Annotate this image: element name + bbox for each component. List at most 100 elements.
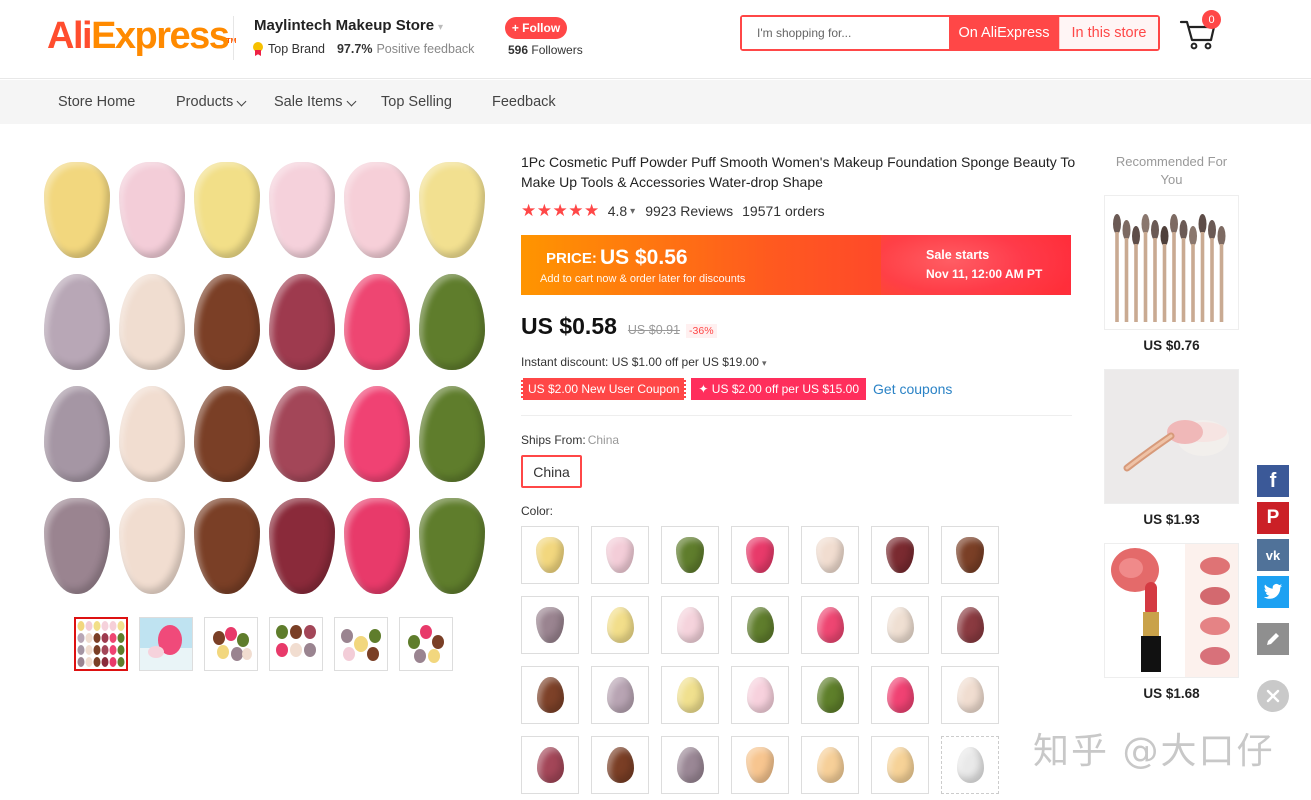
color-swatch[interactable] bbox=[591, 526, 649, 584]
brush-head bbox=[1217, 226, 1226, 246]
brush-head bbox=[1160, 226, 1169, 246]
color-swatch[interactable] bbox=[731, 526, 789, 584]
reviews-link[interactable]: 9923 Reviews bbox=[645, 203, 733, 219]
nav-store-home[interactable]: Store Home bbox=[58, 94, 135, 110]
sponge-swatch-icon bbox=[886, 607, 914, 643]
color-swatch[interactable] bbox=[941, 526, 999, 584]
color-swatch[interactable] bbox=[801, 596, 859, 654]
close-icon[interactable] bbox=[1257, 680, 1289, 712]
color-swatch[interactable] bbox=[731, 596, 789, 654]
color-swatch[interactable] bbox=[661, 736, 719, 794]
brush-head bbox=[1198, 214, 1207, 234]
sponge-swatch-icon bbox=[746, 747, 774, 783]
store-nav: Store Home Products Sale Items Top Selli… bbox=[0, 80, 1311, 124]
nav-top-selling[interactable]: Top Selling bbox=[381, 94, 452, 110]
get-coupons-link[interactable]: Get coupons bbox=[873, 381, 952, 397]
color-swatch[interactable] bbox=[521, 666, 579, 724]
thumbnail-1[interactable] bbox=[74, 617, 128, 671]
discount-badge: -36% bbox=[686, 324, 717, 338]
makeup-sponge bbox=[269, 274, 335, 370]
color-swatch[interactable] bbox=[591, 736, 649, 794]
store-coupon[interactable]: ✦ US $2.00 off per US $15.00 bbox=[691, 378, 867, 400]
original-price: US $0.91 bbox=[627, 323, 681, 337]
recommended-item[interactable]: US $1.93 bbox=[1104, 369, 1239, 527]
color-swatch[interactable] bbox=[801, 736, 859, 794]
recommended-price: US $1.68 bbox=[1143, 686, 1200, 701]
lipstick-image[interactable] bbox=[1104, 543, 1239, 678]
thumbnail-sponge bbox=[85, 633, 93, 643]
color-swatch[interactable] bbox=[731, 736, 789, 794]
facebook-share-icon[interactable]: f bbox=[1257, 465, 1289, 497]
store-name[interactable]: Maylintech Makeup Store ▾ bbox=[254, 17, 443, 34]
color-swatch[interactable] bbox=[591, 666, 649, 724]
new-user-coupon[interactable]: US $2.00 New User Coupon bbox=[519, 378, 688, 400]
color-swatch[interactable] bbox=[871, 666, 929, 724]
makeup-sponge bbox=[194, 274, 260, 370]
color-swatch[interactable] bbox=[941, 596, 999, 654]
thumbnail-6[interactable] bbox=[399, 617, 453, 671]
thumbnail-sponge bbox=[77, 633, 85, 643]
brush-head bbox=[1179, 220, 1188, 240]
brush-set-image[interactable] bbox=[1104, 195, 1239, 330]
pinterest-share-icon[interactable]: P bbox=[1257, 502, 1289, 534]
thumbnail-3[interactable] bbox=[204, 617, 258, 671]
instant-discount[interactable]: Instant discount: US $1.00 off per US $1… bbox=[521, 355, 766, 369]
sponge-swatch-icon bbox=[676, 747, 704, 783]
sale-promo-banner: PRICE: US $0.56 Add to cart now & order … bbox=[521, 235, 1071, 295]
product-main-image[interactable] bbox=[40, 150, 490, 602]
color-swatch[interactable] bbox=[591, 596, 649, 654]
sponge-swatch-icon bbox=[606, 607, 634, 643]
thumbnail-4[interactable] bbox=[269, 617, 323, 671]
edit-icon[interactable] bbox=[1257, 623, 1289, 655]
color-swatch[interactable] bbox=[731, 666, 789, 724]
color-label: Color: bbox=[521, 504, 554, 518]
color-swatch[interactable] bbox=[801, 526, 859, 584]
nav-feedback[interactable]: Feedback bbox=[492, 94, 556, 110]
sale-date: Nov 11, 12:00 AM PT bbox=[926, 267, 1043, 281]
recommended-item[interactable]: US $0.76 bbox=[1104, 195, 1239, 353]
color-swatch[interactable] bbox=[941, 736, 999, 794]
thumbnail-sponge bbox=[117, 621, 125, 631]
color-swatch[interactable] bbox=[661, 596, 719, 654]
feedback-label: Positive feedback bbox=[376, 42, 475, 56]
sponge-swatch-icon bbox=[676, 677, 704, 713]
thumbnail-sponge bbox=[101, 645, 109, 655]
search-input[interactable] bbox=[742, 17, 949, 49]
color-swatch[interactable] bbox=[871, 596, 929, 654]
search-store-button[interactable]: In this store bbox=[1059, 17, 1158, 49]
brush-handle bbox=[1134, 244, 1138, 322]
color-swatch[interactable] bbox=[521, 526, 579, 584]
makeup-sponge bbox=[269, 498, 335, 594]
brush-handle bbox=[1162, 244, 1167, 322]
kabuki-brush-image[interactable] bbox=[1104, 369, 1239, 504]
sponge-swatch-icon bbox=[816, 677, 844, 713]
thumbnail-5[interactable] bbox=[334, 617, 388, 671]
color-swatch[interactable] bbox=[661, 666, 719, 724]
color-swatch[interactable] bbox=[941, 666, 999, 724]
color-swatch[interactable] bbox=[521, 736, 579, 794]
search-aliexpress-button[interactable]: On AliExpress bbox=[949, 17, 1059, 49]
recommended-item[interactable]: US $1.68 bbox=[1104, 543, 1239, 701]
vk-share-icon[interactable]: vk bbox=[1257, 539, 1289, 571]
color-swatch[interactable] bbox=[871, 526, 929, 584]
recommended-price: US $0.76 bbox=[1143, 338, 1200, 353]
aliexpress-logo[interactable]: AliExpress TM bbox=[47, 14, 236, 58]
sponge-swatch-icon bbox=[886, 537, 914, 573]
nav-products[interactable]: Products bbox=[176, 94, 247, 110]
sponge-swatch-icon bbox=[536, 747, 564, 783]
thumbnail-sponge bbox=[85, 657, 93, 667]
follow-button[interactable]: + Follow bbox=[505, 17, 567, 39]
rating-value[interactable]: 4.8 bbox=[608, 203, 627, 219]
thumbnail-2[interactable] bbox=[139, 617, 193, 671]
store-header: AliExpress TM Maylintech Makeup Store ▾ T… bbox=[0, 0, 1311, 79]
color-swatch[interactable] bbox=[661, 526, 719, 584]
color-swatch[interactable] bbox=[521, 596, 579, 654]
color-swatch[interactable] bbox=[871, 736, 929, 794]
makeup-sponge bbox=[44, 274, 110, 370]
color-swatch[interactable] bbox=[801, 666, 859, 724]
nav-sale-items[interactable]: Sale Items bbox=[274, 94, 356, 110]
makeup-sponge bbox=[419, 274, 485, 370]
twitter-share-icon[interactable] bbox=[1257, 576, 1289, 608]
chevron-down-icon[interactable]: ▾ bbox=[630, 206, 635, 217]
ship-option-china[interactable]: China bbox=[521, 455, 582, 488]
